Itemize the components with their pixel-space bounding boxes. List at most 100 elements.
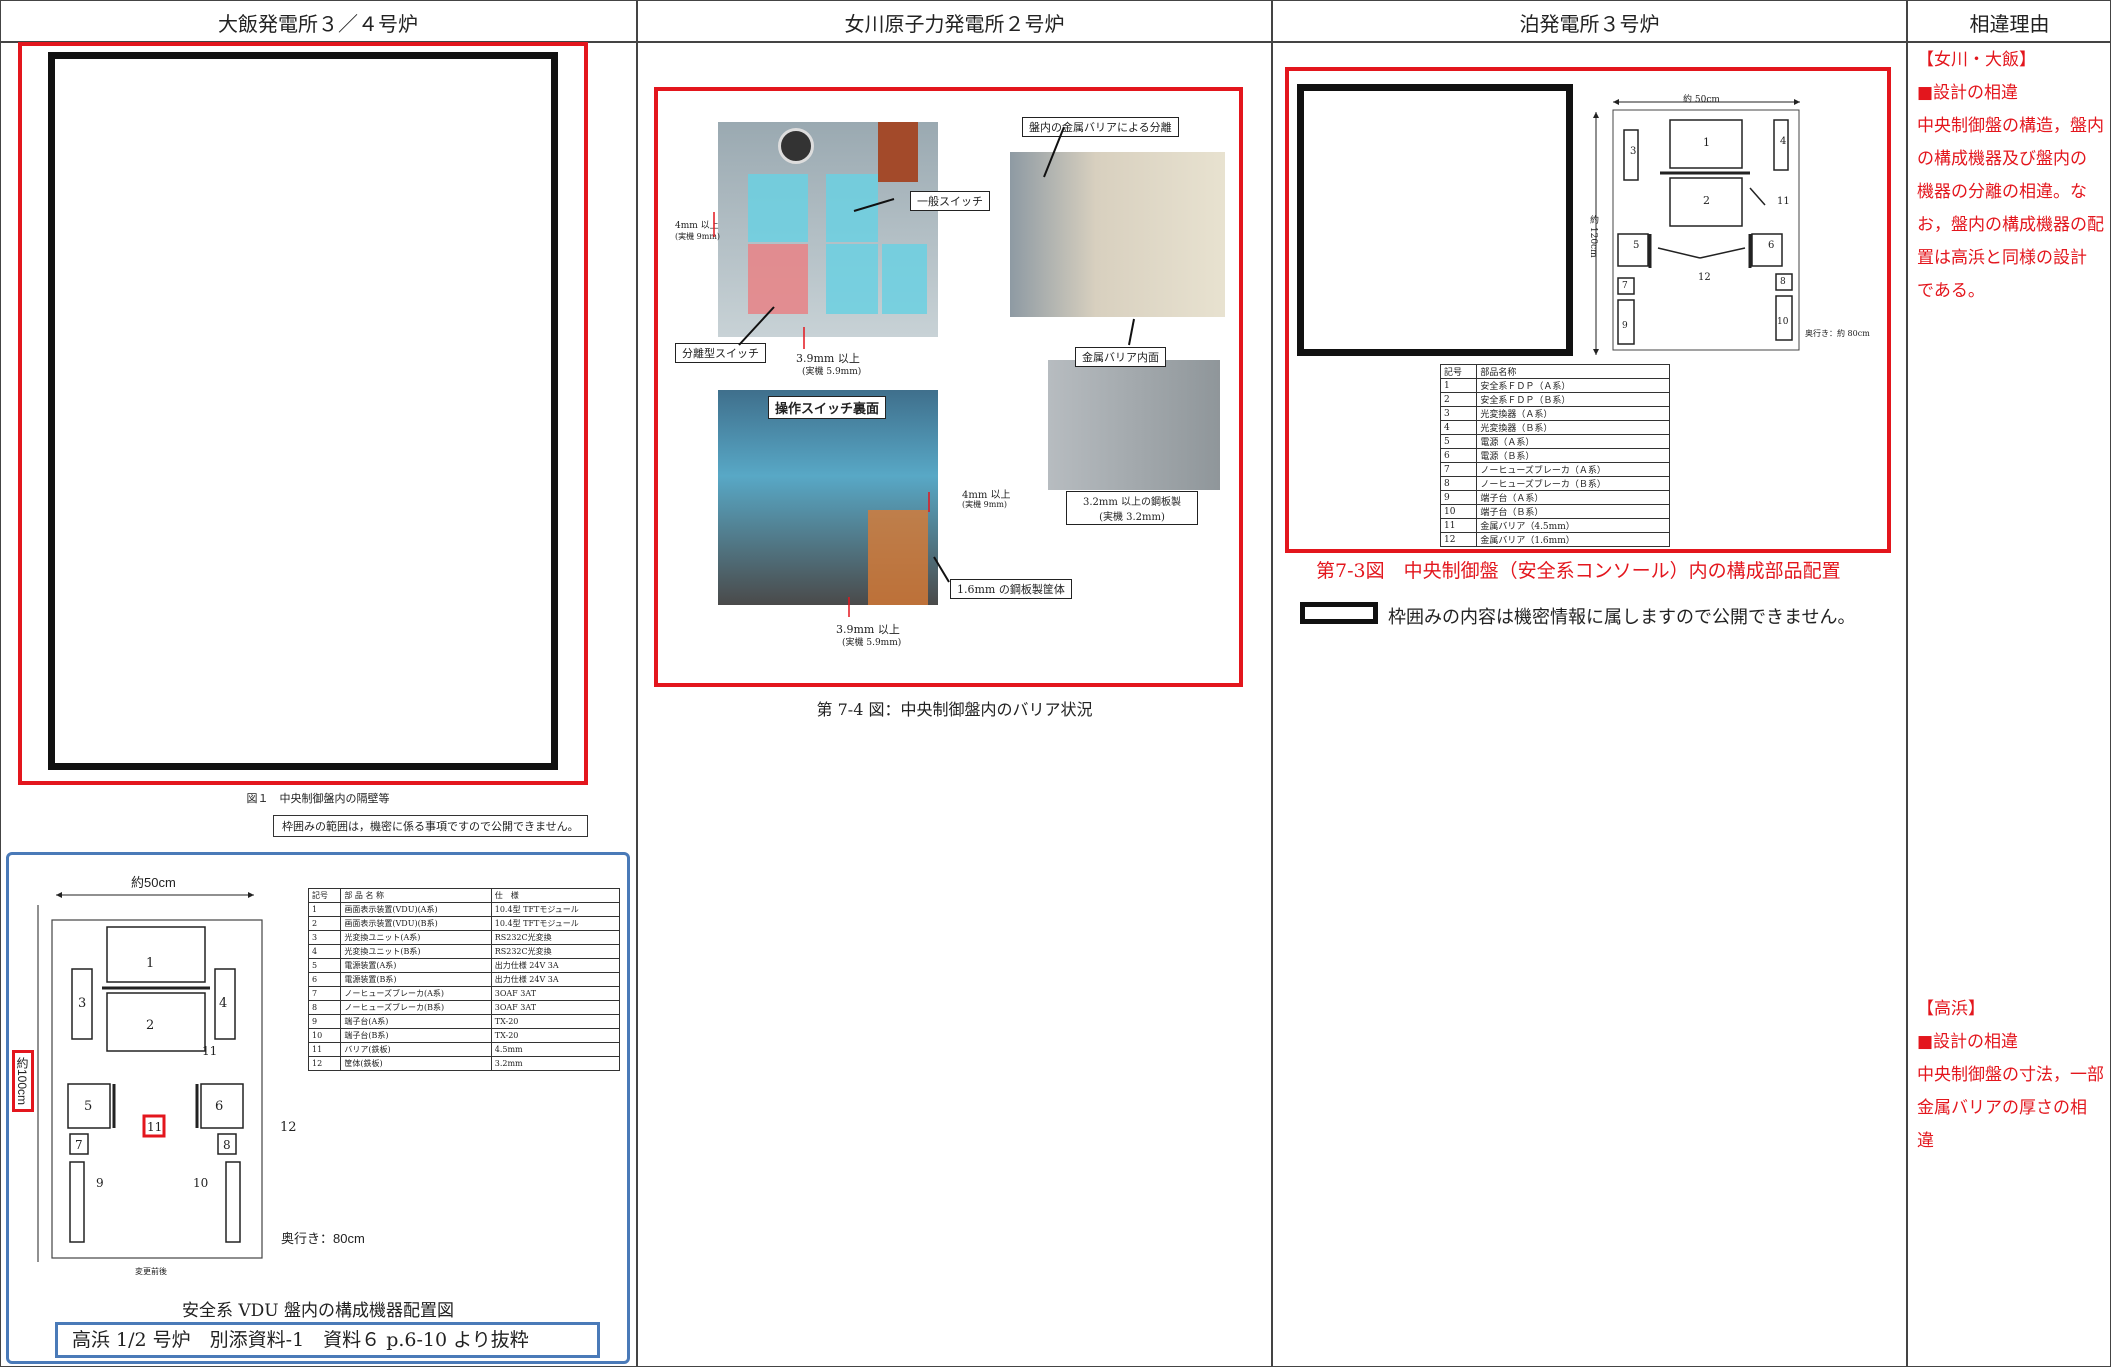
tomari-box-6: 6: [1768, 240, 1775, 251]
ohi-depth-label: 奥行き：80cm: [281, 1231, 365, 1246]
table-row: 1 安全系ＦＤＰ（Ａ系）: [1439, 378, 1670, 393]
table-cell: ノーヒューズブレーカ（Ｂ系）: [1476, 476, 1670, 491]
tomari-box-5: 5: [1633, 240, 1640, 251]
table-cell: 安全系ＦＤＰ（Ａ系）: [1476, 378, 1670, 393]
tomari-height-label: 約 120cm: [1588, 215, 1598, 258]
ohi-vdu-caption: 安全系 VDU 盤内の構成機器配置図: [181, 1301, 455, 1321]
table-cell: TX-20: [490, 1014, 621, 1029]
table-cell: 8: [307, 1000, 342, 1015]
tomari-box-4: 4: [1780, 136, 1787, 147]
table-cell: 9: [307, 1014, 342, 1029]
table-cell: 安全系ＦＤＰ（Ｂ系）: [1476, 392, 1670, 407]
vdu-box-1: 1: [146, 956, 155, 971]
table-cell: 筐体(鉄板): [340, 1056, 492, 1071]
ohi-parts-table: 記号 部 品 名 称 仕 様 1 画面表示装置(VDU)(A系) 10.4型 TFT…: [307, 888, 621, 1071]
table-cell: ノーヒューズブレーカ（Ａ系）: [1476, 462, 1670, 477]
table-row: 10 端子台（Ｂ系）: [1439, 504, 1670, 519]
table-header: 仕 様: [490, 888, 621, 903]
table-cell: 1: [307, 902, 342, 917]
vdu-box-5: 5: [84, 1099, 93, 1114]
table-cell: バリア(鉄板): [340, 1042, 492, 1057]
tomari-width-label: 約 50cm: [1683, 95, 1720, 105]
table-cell: 金属バリア（4.5mm）: [1476, 518, 1670, 533]
table-cell: 6: [1439, 448, 1478, 463]
onagawa-arrows: [713, 126, 1135, 617]
table-cell: 端子台（Ａ系）: [1476, 490, 1670, 505]
table-cell: 9: [1439, 490, 1478, 505]
ohi-bottom-label: 変更前後: [135, 1267, 167, 1276]
table-cell: ノーヒューズブレーカ(A系): [340, 986, 492, 1001]
tomari-box-10: 10: [1777, 317, 1789, 327]
table-cell: 10: [307, 1028, 342, 1043]
table-cell: RS232C光変換: [490, 944, 621, 959]
table-cell: 4: [1439, 420, 1478, 435]
vdu-marker-10: 10: [193, 1176, 209, 1190]
vdu-marker-11-red: 11: [147, 1120, 163, 1134]
vdu-box-2: 2: [146, 1018, 155, 1033]
reason-line: 金属バリアの厚さの相: [1917, 1098, 2087, 1118]
table-row: 2 安全系ＦＤＰ（Ｂ系）: [1439, 392, 1670, 407]
table-row: 3 光変換ユニット(A系) RS232C光変換: [307, 930, 621, 945]
tomari-box-9: 9: [1622, 321, 1628, 331]
table-row: 1 画面表示装置(VDU)(A系) 10.4型 TFTモジュール: [307, 902, 621, 917]
column-divider: [1271, 0, 1273, 1367]
reason-line: 機器の分離の相違。な: [1917, 182, 2087, 202]
table-cell: 3OAF 3AT: [490, 1000, 621, 1015]
table-row: 6 電源装置(B系) 出力仕様 24V 3A: [307, 972, 621, 987]
reason-line: 中央制御盤の構造，盤内: [1917, 116, 2104, 136]
tomari-parts-table: 記号 部品名称 1 安全系ＦＤＰ（Ａ系） 2 安全系ＦＤＰ（Ｂ系） 3 光変換器（Ａ系）…: [1439, 364, 1670, 547]
table-row: 3 光変換器（Ａ系）: [1439, 406, 1670, 421]
reason-head: ■設計の相違: [1917, 1032, 2019, 1052]
header-ohi: 大飯発電所３／４号炉: [218, 12, 418, 36]
table-cell: TX-20: [490, 1028, 621, 1043]
table-cell: ノーヒューズブレーカ(B系): [340, 1000, 492, 1015]
vdu-box-7: 7: [75, 1138, 83, 1152]
table-cell: RS232C光変換: [490, 930, 621, 945]
table-cell: 光変換ユニット(A系): [340, 930, 492, 945]
table-header-row: 記号 部品名称: [1439, 364, 1670, 379]
table-header: 部品名称: [1476, 364, 1670, 379]
table-cell: 2: [307, 916, 342, 931]
tomari-box-7: 7: [1622, 281, 1628, 291]
table-row: 6 電源（Ｂ系）: [1439, 448, 1670, 463]
vdu-box-8: 8: [223, 1138, 231, 1152]
tomari-caption: 第7-3図 中央制御盤（安全系コンソール）内の構成部品配置: [1316, 560, 1841, 582]
table-row: 2 画面表示装置(VDU)(B系) 10.4型 TFTモジュール: [307, 916, 621, 931]
tomari-marker-11: 11: [1777, 196, 1790, 207]
table-cell: 端子台(A系): [340, 1014, 492, 1029]
table-cell: 11: [307, 1042, 342, 1057]
legend-black-box-icon: [1300, 602, 1378, 624]
ohi-fig1-caption: 図１ 中央制御盤内の隔壁等: [246, 792, 390, 805]
table-cell: 7: [307, 986, 342, 1001]
table-row: 8 ノーヒューズブレーカ（Ｂ系）: [1439, 476, 1670, 491]
reason-line: である。: [1917, 281, 1985, 301]
table-cell: 出力仕様 24V 3A: [490, 972, 621, 987]
ohi-source-note: 高浜 1/2 号炉 別添資料-1 資料６ p.6-10 より抜粋: [55, 1322, 600, 1358]
tomari-box-1: 1: [1703, 136, 1710, 149]
table-cell: 10: [1439, 504, 1478, 519]
table-header: 記号: [307, 888, 342, 903]
tomari-confidential-box: [1297, 84, 1573, 356]
tomari-box-8: 8: [1780, 277, 1786, 287]
table-row: 4 光変換ユニット(B系) RS232C光変換: [307, 944, 621, 959]
table-cell: 3: [1439, 406, 1478, 421]
tomari-box-3: 3: [1630, 146, 1637, 157]
table-cell: 1: [1439, 378, 1478, 393]
table-row: 12 金属バリア（1.6mm）: [1439, 532, 1670, 547]
table-row: 10 端子台(B系) TX-20: [307, 1028, 621, 1043]
table-cell: 3.2mm: [490, 1056, 621, 1071]
reason-line: の構成機器及び盤内の: [1917, 149, 2087, 169]
table-row: 7 ノーヒューズブレーカ（Ａ系）: [1439, 462, 1670, 477]
table-cell: 電源装置(A系): [340, 958, 492, 973]
ohi-vdu-layout-diagram: [37, 892, 263, 1262]
table-row: 9 端子台(A系) TX-20: [307, 1014, 621, 1029]
table-cell: 電源装置(B系): [340, 972, 492, 987]
table-cell: 3OAF 3AT: [490, 986, 621, 1001]
table-row: 5 電源（Ａ系）: [1439, 434, 1670, 449]
vdu-marker-11: 11: [202, 1044, 218, 1058]
vdu-marker-9: 9: [96, 1176, 104, 1190]
table-header: 部 品 名 称: [340, 888, 492, 903]
header-onagawa: 女川原子力発電所２号炉: [844, 12, 1065, 36]
vdu-box-4: 4: [219, 996, 228, 1011]
table-cell: 12: [307, 1056, 342, 1071]
